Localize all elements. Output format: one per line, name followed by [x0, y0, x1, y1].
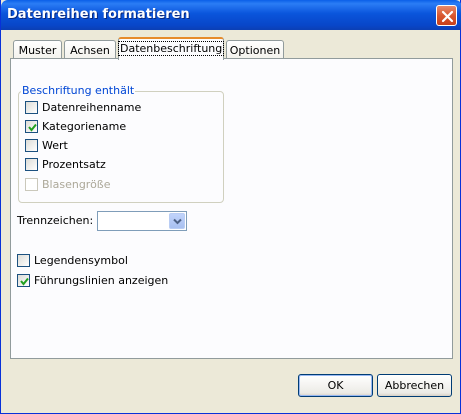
separator-select[interactable]: [97, 211, 187, 231]
cancel-button[interactable]: Abbrechen: [377, 374, 452, 397]
percentage-checkbox-row[interactable]: Prozentsatz: [25, 157, 165, 172]
bubble-size-checkbox-row: Blasengröße: [25, 177, 165, 192]
bubble-size-checkbox: [25, 178, 38, 191]
percentage-label: Prozentsatz: [42, 158, 106, 171]
category-name-label: Kategoriename: [42, 120, 127, 133]
value-checkbox-row[interactable]: Wert: [25, 138, 165, 153]
legend-key-label: Legendensymbol: [34, 254, 128, 267]
tab-muster[interactable]: Muster: [13, 40, 62, 59]
ok-button[interactable]: OK: [298, 374, 373, 397]
series-name-checkbox[interactable]: [25, 101, 38, 114]
leader-lines-checkbox-row[interactable]: Führungslinien anzeigen: [17, 273, 187, 288]
leader-lines-label: Führungslinien anzeigen: [34, 274, 169, 287]
title-bar[interactable]: Datenreihen formatieren: [1, 0, 461, 30]
chevron-down-icon: [173, 218, 182, 225]
category-name-checkbox[interactable]: [25, 120, 38, 133]
group-title: Beschriftung enthält: [21, 84, 136, 97]
separator-dropdown-button[interactable]: [169, 213, 185, 229]
checkmark-icon: [28, 123, 37, 132]
leader-lines-checkbox[interactable]: [17, 274, 30, 287]
tab-achsen[interactable]: Achsen: [64, 40, 116, 59]
dialog-window: Datenreihen formatieren Muster Achsen Da…: [0, 0, 461, 414]
tab-datenbeschriftung[interactable]: Datenbeschriftung: [117, 37, 225, 60]
legend-key-checkbox[interactable]: [17, 254, 30, 267]
tab-panel: Beschriftung enthält Datenreihenname Kat…: [10, 58, 453, 359]
series-name-label: Datenreihenname: [42, 101, 142, 114]
percentage-checkbox[interactable]: [25, 158, 38, 171]
checkmark-icon: [20, 277, 29, 286]
bubble-size-label: Blasengröße: [42, 178, 111, 191]
value-checkbox[interactable]: [25, 139, 38, 152]
legend-key-checkbox-row[interactable]: Legendensymbol: [17, 253, 157, 268]
separator-label: Trennzeichen:: [17, 214, 94, 227]
close-button[interactable]: [436, 5, 457, 26]
series-name-checkbox-row[interactable]: Datenreihenname: [25, 100, 165, 115]
window-title: Datenreihen formatieren: [7, 7, 190, 22]
close-icon: [441, 10, 454, 23]
tab-optionen[interactable]: Optionen: [226, 40, 284, 59]
value-label: Wert: [42, 139, 68, 152]
category-name-checkbox-row[interactable]: Kategoriename: [25, 119, 165, 134]
